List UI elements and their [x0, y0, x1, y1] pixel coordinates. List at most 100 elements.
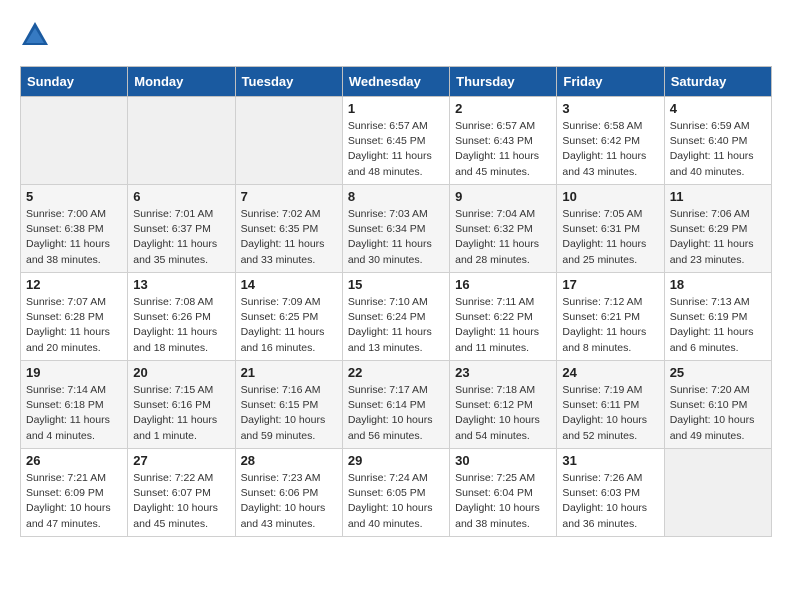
day-info: Sunrise: 7:09 AMSunset: 6:25 PMDaylight:… — [241, 295, 337, 356]
calendar-cell: 14 Sunrise: 7:09 AMSunset: 6:25 PMDayligh… — [235, 273, 342, 361]
calendar-week-row: 5 Sunrise: 7:00 AMSunset: 6:38 PMDaylight… — [21, 185, 772, 273]
day-number: 27 — [133, 453, 229, 468]
calendar-cell: 24Sunrise: 7:19 AMSunset: 6:11 PMDayligh… — [557, 361, 664, 449]
day-info: Sunrise: 7:14 AMSunset: 6:18 PMDaylight:… — [26, 383, 122, 444]
day-number: 11 — [670, 189, 766, 204]
day-number: 22 — [348, 365, 444, 380]
calendar-cell: 7 Sunrise: 7:02 AMSunset: 6:35 PMDaylight… — [235, 185, 342, 273]
calendar-cell: 11 Sunrise: 7:06 AMSunset: 6:29 PMDayligh… — [664, 185, 771, 273]
header-day: Wednesday — [342, 67, 449, 97]
day-number: 31 — [562, 453, 658, 468]
day-number: 8 — [348, 189, 444, 204]
day-info: Sunrise: 7:11 AMSunset: 6:22 PMDaylight:… — [455, 295, 551, 356]
calendar-cell: 31 Sunrise: 7:26 AMSunset: 6:03 PMDayligh… — [557, 449, 664, 537]
day-info: Sunrise: 7:12 AMSunset: 6:21 PMDaylight:… — [562, 295, 658, 356]
day-info: Sunrise: 7:17 AMSunset: 6:14 PMDaylight:… — [348, 383, 444, 444]
day-info: Sunrise: 7:00 AMSunset: 6:38 PMDaylight:… — [26, 207, 122, 268]
day-info: Sunrise: 7:01 AMSunset: 6:37 PMDaylight:… — [133, 207, 229, 268]
day-info: Sunrise: 7:26 AMSunset: 6:03 PMDaylight:… — [562, 471, 658, 532]
calendar-cell: 25 Sunrise: 7:20 AMSunset: 6:10 PMDayligh… — [664, 361, 771, 449]
calendar-cell: 27 Sunrise: 7:22 AMSunset: 6:07 PMDayligh… — [128, 449, 235, 537]
calendar-cell: 8 Sunrise: 7:03 AMSunset: 6:34 PMDaylight… — [342, 185, 449, 273]
calendar-table: SundayMondayTuesdayWednesdayThursdayFrid… — [20, 66, 772, 537]
header-day: Saturday — [664, 67, 771, 97]
day-info: Sunrise: 7:07 AMSunset: 6:28 PMDaylight:… — [26, 295, 122, 356]
day-number: 20 — [133, 365, 229, 380]
day-number: 30 — [455, 453, 551, 468]
day-info: Sunrise: 7:25 AMSunset: 6:04 PMDaylight:… — [455, 471, 551, 532]
day-number: 7 — [241, 189, 337, 204]
calendar-cell: 3Sunrise: 6:58 AMSunset: 6:42 PMDaylight… — [557, 97, 664, 185]
day-number: 26 — [26, 453, 122, 468]
day-number: 15 — [348, 277, 444, 292]
day-info: Sunrise: 7:23 AMSunset: 6:06 PMDaylight:… — [241, 471, 337, 532]
calendar-week-row: 26 Sunrise: 7:21 AMSunset: 6:09 PMDayligh… — [21, 449, 772, 537]
day-number: 18 — [670, 277, 766, 292]
calendar-cell: 22 Sunrise: 7:17 AMSunset: 6:14 PMDayligh… — [342, 361, 449, 449]
day-number: 21 — [241, 365, 337, 380]
day-info: Sunrise: 6:57 AMSunset: 6:45 PMDaylight:… — [348, 119, 444, 180]
calendar-cell: 20Sunrise: 7:15 AMSunset: 6:16 PMDayligh… — [128, 361, 235, 449]
day-info: Sunrise: 7:05 AMSunset: 6:31 PMDaylight:… — [562, 207, 658, 268]
day-info: Sunrise: 7:22 AMSunset: 6:07 PMDaylight:… — [133, 471, 229, 532]
logo-icon — [20, 20, 50, 50]
day-info: Sunrise: 7:20 AMSunset: 6:10 PMDaylight:… — [670, 383, 766, 444]
day-number: 13 — [133, 277, 229, 292]
calendar-cell — [128, 97, 235, 185]
day-info: Sunrise: 7:21 AMSunset: 6:09 PMDaylight:… — [26, 471, 122, 532]
calendar-cell: 12Sunrise: 7:07 AMSunset: 6:28 PMDayligh… — [21, 273, 128, 361]
calendar-header: SundayMondayTuesdayWednesdayThursdayFrid… — [21, 67, 772, 97]
day-number: 16 — [455, 277, 551, 292]
calendar-cell: 6 Sunrise: 7:01 AMSunset: 6:37 PMDaylight… — [128, 185, 235, 273]
calendar-cell: 9Sunrise: 7:04 AMSunset: 6:32 PMDaylight… — [450, 185, 557, 273]
day-number: 29 — [348, 453, 444, 468]
calendar-cell: 4 Sunrise: 6:59 AMSunset: 6:40 PMDaylight… — [664, 97, 771, 185]
day-info: Sunrise: 7:16 AMSunset: 6:15 PMDaylight:… — [241, 383, 337, 444]
header-day: Friday — [557, 67, 664, 97]
day-number: 10 — [562, 189, 658, 204]
day-number: 1 — [348, 101, 444, 116]
day-info: Sunrise: 7:13 AMSunset: 6:19 PMDaylight:… — [670, 295, 766, 356]
day-info: Sunrise: 7:19 AMSunset: 6:11 PMDaylight:… — [562, 383, 658, 444]
day-info: Sunrise: 7:08 AMSunset: 6:26 PMDaylight:… — [133, 295, 229, 356]
page-header — [20, 20, 772, 50]
calendar-cell: 19 Sunrise: 7:14 AMSunset: 6:18 PMDayligh… — [21, 361, 128, 449]
calendar-cell: 17 Sunrise: 7:12 AMSunset: 6:21 PMDayligh… — [557, 273, 664, 361]
calendar-body: 1 Sunrise: 6:57 AMSunset: 6:45 PMDaylight… — [21, 97, 772, 537]
calendar-cell: 1 Sunrise: 6:57 AMSunset: 6:45 PMDaylight… — [342, 97, 449, 185]
day-info: Sunrise: 6:59 AMSunset: 6:40 PMDaylight:… — [670, 119, 766, 180]
calendar-cell: 28 Sunrise: 7:23 AMSunset: 6:06 PMDayligh… — [235, 449, 342, 537]
day-number: 23 — [455, 365, 551, 380]
day-info: Sunrise: 7:24 AMSunset: 6:05 PMDaylight:… — [348, 471, 444, 532]
day-number: 17 — [562, 277, 658, 292]
header-day: Thursday — [450, 67, 557, 97]
day-info: Sunrise: 7:02 AMSunset: 6:35 PMDaylight:… — [241, 207, 337, 268]
day-info: Sunrise: 7:06 AMSunset: 6:29 PMDaylight:… — [670, 207, 766, 268]
day-info: Sunrise: 7:03 AMSunset: 6:34 PMDaylight:… — [348, 207, 444, 268]
calendar-cell: 26 Sunrise: 7:21 AMSunset: 6:09 PMDayligh… — [21, 449, 128, 537]
calendar-cell: 23Sunrise: 7:18 AMSunset: 6:12 PMDayligh… — [450, 361, 557, 449]
day-number: 28 — [241, 453, 337, 468]
day-number: 14 — [241, 277, 337, 292]
day-info: Sunrise: 7:10 AMSunset: 6:24 PMDaylight:… — [348, 295, 444, 356]
day-number: 25 — [670, 365, 766, 380]
day-info: Sunrise: 7:04 AMSunset: 6:32 PMDaylight:… — [455, 207, 551, 268]
header-day: Monday — [128, 67, 235, 97]
calendar-cell: 29 Sunrise: 7:24 AMSunset: 6:05 PMDayligh… — [342, 449, 449, 537]
calendar-cell: 13 Sunrise: 7:08 AMSunset: 6:26 PMDayligh… — [128, 273, 235, 361]
day-info: Sunrise: 6:57 AMSunset: 6:43 PMDaylight:… — [455, 119, 551, 180]
header-day: Sunday — [21, 67, 128, 97]
day-number: 19 — [26, 365, 122, 380]
calendar-cell: 10 Sunrise: 7:05 AMSunset: 6:31 PMDayligh… — [557, 185, 664, 273]
day-number: 6 — [133, 189, 229, 204]
calendar-week-row: 12Sunrise: 7:07 AMSunset: 6:28 PMDayligh… — [21, 273, 772, 361]
calendar-week-row: 19 Sunrise: 7:14 AMSunset: 6:18 PMDayligh… — [21, 361, 772, 449]
calendar-cell: 5 Sunrise: 7:00 AMSunset: 6:38 PMDaylight… — [21, 185, 128, 273]
calendar-cell: 30 Sunrise: 7:25 AMSunset: 6:04 PMDayligh… — [450, 449, 557, 537]
day-number: 5 — [26, 189, 122, 204]
calendar-cell: 21 Sunrise: 7:16 AMSunset: 6:15 PMDayligh… — [235, 361, 342, 449]
calendar-cell: 2Sunrise: 6:57 AMSunset: 6:43 PMDaylight… — [450, 97, 557, 185]
day-number: 4 — [670, 101, 766, 116]
day-info: Sunrise: 6:58 AMSunset: 6:42 PMDaylight:… — [562, 119, 658, 180]
calendar-cell: 15 Sunrise: 7:10 AMSunset: 6:24 PMDayligh… — [342, 273, 449, 361]
